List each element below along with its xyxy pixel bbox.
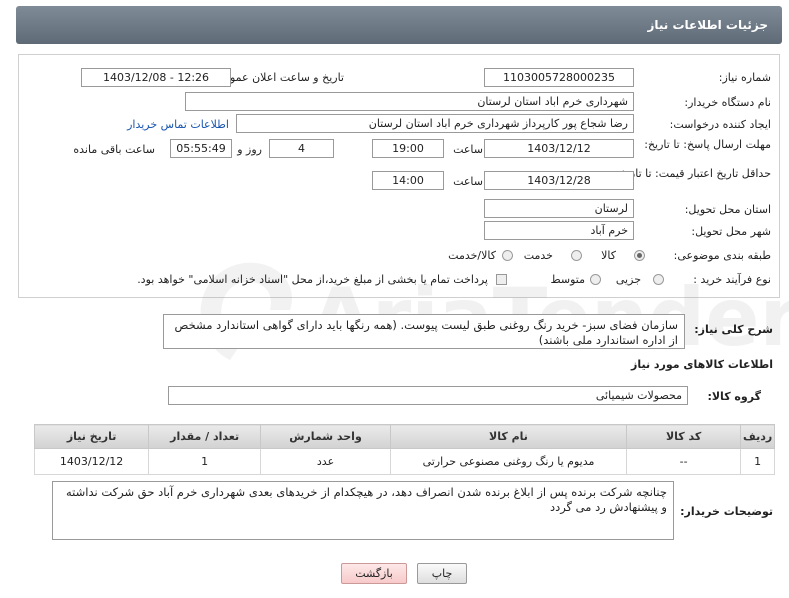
category-option-goods-service: کالا/خدمت xyxy=(448,249,496,262)
col-qty-header: تعداد / مقدار xyxy=(148,424,262,449)
validity-time-field[interactable]: 14:00 xyxy=(372,171,444,190)
col-code-header: کد کالا xyxy=(626,424,742,449)
announce-datetime-field[interactable]: 1403/12/08 - 12:26 xyxy=(81,68,231,87)
days-field[interactable]: 4 xyxy=(269,139,334,158)
back-button[interactable]: بازگشت xyxy=(341,563,407,584)
goods-table: ردیف کد کالا نام کالا واحد شمارش تعداد /… xyxy=(33,424,775,475)
process-radio-minor[interactable] xyxy=(653,274,664,285)
buyer-notes-label: توضیحات خریدار: xyxy=(680,505,773,518)
deadline-time-field[interactable]: 19:00 xyxy=(372,139,444,158)
need-number-label: شماره نیاز: xyxy=(718,71,771,84)
buyer-org-field[interactable]: شهرداری خرم اباد استان لرستان xyxy=(185,92,634,111)
buyer-contact-link[interactable]: اطلاعات تماس خریدار xyxy=(127,118,229,131)
table-row[interactable]: 1 -- مدیوم یا رنگ روغنی مصنوعی حرارتی عد… xyxy=(33,448,775,475)
category-radio-goods-service[interactable] xyxy=(502,250,513,261)
page-title: جزئیات اطلاعات نیاز xyxy=(647,18,768,32)
category-radio-goods[interactable] xyxy=(634,250,645,261)
remaining-time-field[interactable]: 05:55:49 xyxy=(170,139,232,158)
remaining-time-label: ساعت باقی مانده xyxy=(73,143,155,156)
goods-unit: عدد xyxy=(260,448,391,475)
description-text: سازمان فضای سبز- خرید رنگ روغنی طبق لیست… xyxy=(163,314,685,349)
col-row-header: ردیف xyxy=(740,424,775,449)
goods-group-label: گروه کالا: xyxy=(707,390,761,403)
goods-name: مدیوم یا رنگ روغنی مصنوعی حرارتی xyxy=(389,448,628,475)
process-radio-medium[interactable] xyxy=(590,274,601,285)
page-header: جزئیات اطلاعات نیاز xyxy=(16,6,782,44)
validity-date-field[interactable]: 1403/12/28 xyxy=(484,171,634,190)
delivery-city-field[interactable]: خرم آباد xyxy=(484,221,634,240)
row-number: 1 xyxy=(740,448,775,475)
category-radio-service[interactable] xyxy=(571,250,582,261)
category-option-goods: کالا xyxy=(601,249,616,262)
goods-need-date: 1403/12/12 xyxy=(33,448,150,475)
col-name-header: نام کالا xyxy=(389,424,628,449)
print-button[interactable]: چاپ xyxy=(417,563,467,584)
process-option-minor: جزیی xyxy=(615,273,641,286)
deadline-time-label: ساعت xyxy=(453,143,483,156)
delivery-province-field[interactable]: لرستان xyxy=(484,199,634,218)
treasury-payment-note: پرداخت تمام یا بخشی از مبلغ خرید،از محل … xyxy=(137,273,488,286)
purchase-process-label: نوع فرآیند خرید : xyxy=(693,273,771,286)
requester-field[interactable]: رضا شجاع پور کارپرداز شهرداری خرم اباد ا… xyxy=(236,114,634,133)
delivery-province-label: استان محل تحویل: xyxy=(684,203,771,216)
goods-table-header: ردیف کد کالا نام کالا واحد شمارش تعداد /… xyxy=(33,424,775,449)
validity-time-label: ساعت xyxy=(453,175,483,188)
treasury-payment-checkbox[interactable] xyxy=(496,274,507,285)
col-date-header: تاریخ نیاز xyxy=(33,424,150,449)
deadline-date-field[interactable]: 1403/12/12 xyxy=(484,139,634,158)
need-number-field[interactable]: 1103005728000235 xyxy=(484,68,634,87)
announce-datetime-label: تاریخ و ساعت اعلان عمومی: xyxy=(211,71,344,84)
description-label: شرح کلی نیاز: xyxy=(694,323,773,336)
price-validity-label: حداقل تاریخ اعتبار قیمت: تا تاریخ: xyxy=(616,167,771,180)
goods-quantity: 1 xyxy=(148,448,262,475)
goods-group-field[interactable]: محصولات شیمیائی xyxy=(168,386,688,405)
buyer-notes-text: چنانچه شرکت برنده پس از ابلاغ برنده شدن … xyxy=(52,481,674,540)
delivery-city-label: شهر محل تحویل: xyxy=(691,225,771,238)
category-label: طبقه بندی موضوعی: xyxy=(673,249,771,262)
col-unit-header: واحد شمارش xyxy=(260,424,391,449)
process-option-medium: متوسط xyxy=(550,273,585,286)
goods-section-title: اطلاعات کالاهای مورد نیاز xyxy=(631,358,773,371)
deadline-label: مهلت ارسال پاسخ: تا تاریخ: xyxy=(644,138,771,151)
requester-label: ایجاد کننده درخواست: xyxy=(669,118,771,131)
buyer-org-label: نام دستگاه خریدار: xyxy=(684,96,771,109)
goods-code: -- xyxy=(626,448,742,475)
category-option-service: خدمت xyxy=(523,249,553,262)
days-label: روز و xyxy=(237,143,262,156)
